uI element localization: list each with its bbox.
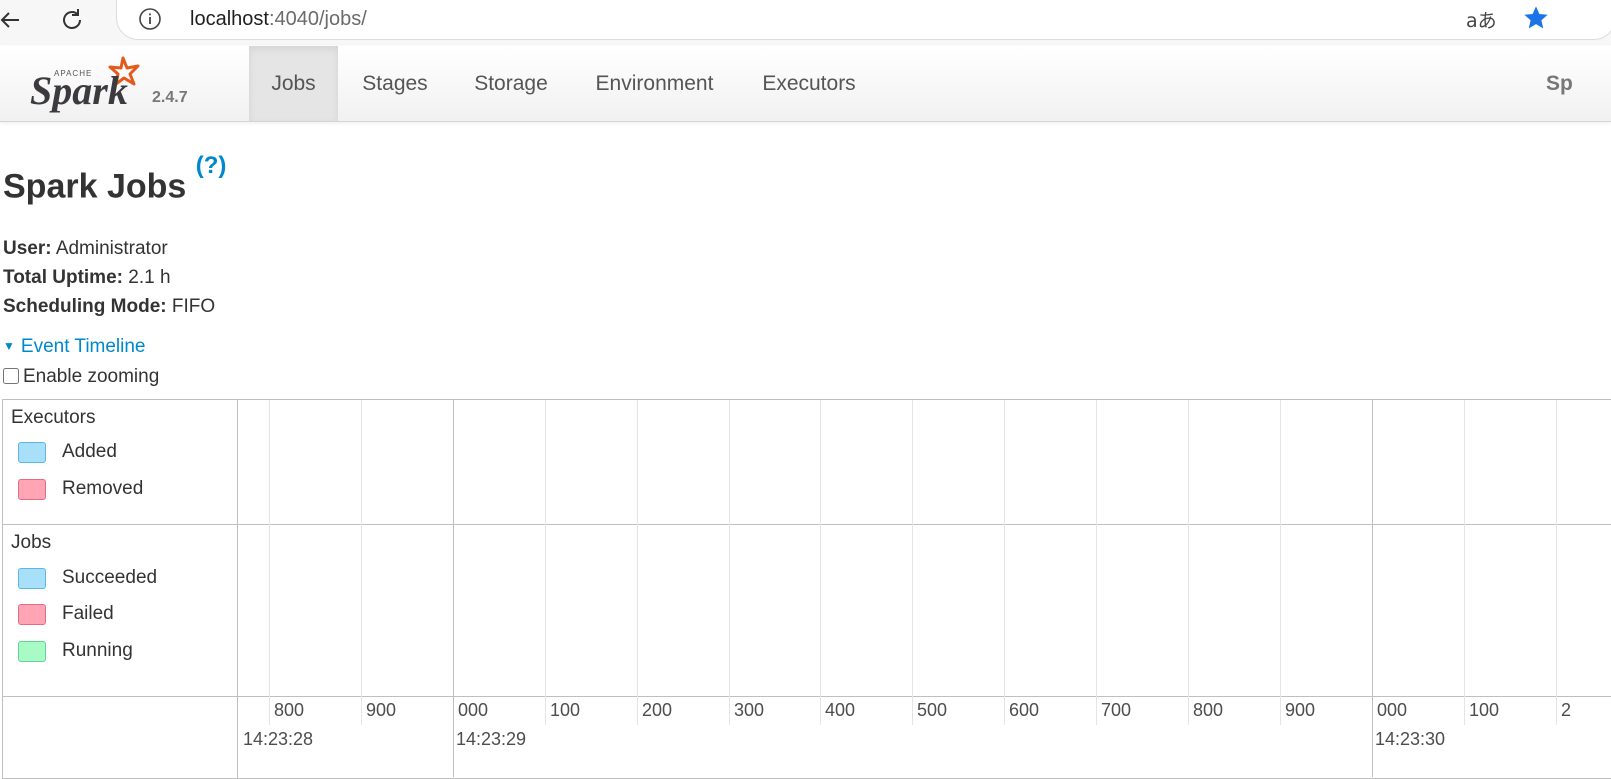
event-timeline-toggle[interactable]: ▼ Event Timeline	[3, 336, 146, 358]
timeline-gridline	[820, 400, 821, 697]
axis-divider	[3, 696, 1611, 697]
reload-icon[interactable]	[56, 4, 88, 36]
summary-user: User: Administrator	[3, 238, 168, 259]
axis-minor-label: 200	[642, 700, 673, 720]
url-text[interactable]: localhost:4040/jobs/	[190, 8, 367, 31]
axis-minor-label: 000	[458, 700, 489, 720]
mode-value: FIFO	[171, 296, 216, 317]
axis-tick-mark	[1096, 697, 1097, 725]
timeline-gridline	[912, 400, 913, 697]
axis-minor-label: 2	[1561, 700, 1572, 720]
axis-minor-label: 800	[274, 700, 305, 720]
timeline-gridline	[545, 400, 546, 697]
site-info-icon[interactable]	[137, 6, 163, 32]
axis-tick-mark	[269, 697, 270, 725]
axis-minor-label: 900	[1285, 700, 1316, 720]
timeline-gridline	[1096, 400, 1097, 697]
caret-down-icon: ▼	[3, 339, 15, 353]
axis-tick-mark	[1464, 697, 1465, 725]
axis-tick-mark	[1372, 697, 1373, 777]
page-title: Spark Jobs (?)	[3, 152, 226, 206]
axis-minor-label: 700	[1101, 700, 1132, 720]
group-divider	[3, 524, 1611, 525]
event-timeline-label: Event Timeline	[20, 336, 146, 357]
axis-major-label: 14:23:28	[243, 729, 314, 749]
enable-zooming-row: Enable zooming	[3, 366, 159, 388]
enable-zooming-checkbox[interactable]	[3, 368, 19, 384]
spark-logo[interactable]: APACHE Spark	[28, 50, 228, 116]
timeline-group-labels: Executors Added Removed Jobs Succeeded F…	[3, 400, 238, 778]
legend-swatch-succeeded	[18, 568, 46, 589]
summary-scheduling-mode: Scheduling Mode: FIFO	[3, 296, 216, 317]
summary-list: User: Administrator Total Uptime: 2.1 h …	[3, 234, 215, 321]
axis-tick-mark	[1556, 697, 1557, 725]
axis-minor-label: 100	[1469, 700, 1500, 720]
timeline-gridline	[1372, 400, 1373, 697]
axis-tick-mark	[912, 697, 913, 725]
legend-swatch-failed	[18, 604, 46, 625]
axis-major-label: 14:23:30	[1375, 729, 1446, 749]
axis-major-label: 14:23:29	[456, 729, 527, 749]
axis-minor-label: 600	[1009, 700, 1040, 720]
axis-tick-mark	[1188, 697, 1189, 725]
back-icon[interactable]	[0, 4, 26, 36]
url-host: localhost	[190, 8, 269, 30]
timeline-gridline	[1464, 400, 1465, 697]
browser-toolbar: localhost:4040/jobs/ aあ	[0, 0, 1611, 45]
timeline-gridline	[729, 400, 730, 697]
axis-tick-mark	[1280, 697, 1281, 725]
axis-tick-mark	[729, 697, 730, 725]
spark-navbar: APACHE Spark 2.4.7 Jobs Stages Storage E…	[0, 46, 1611, 122]
axis-minor-label: 900	[366, 700, 397, 720]
tab-jobs[interactable]: Jobs	[249, 46, 338, 121]
axis-minor-label: 400	[825, 700, 856, 720]
axis-tick-mark	[453, 697, 454, 777]
timeline-gridline	[453, 400, 454, 697]
timeline-gridline	[1280, 400, 1281, 697]
legend-swatch-running	[18, 641, 46, 662]
url-path: :4040/jobs/	[268, 8, 367, 30]
tab-storage[interactable]: Storage	[451, 46, 571, 121]
axis-tick-mark	[820, 697, 821, 725]
legend-swatch-added	[18, 442, 46, 463]
executors-group-title: Executors	[11, 407, 96, 428]
app-name: Sp	[1546, 72, 1573, 95]
uptime-value: 2.1 h	[128, 267, 171, 288]
help-link[interactable]: (?)	[196, 152, 227, 179]
timeline-gridline	[637, 400, 638, 697]
event-timeline[interactable]: Executors Added Removed Jobs Succeeded F…	[2, 399, 1611, 779]
axis-minor-label: 300	[734, 700, 765, 720]
enable-zooming-label: Enable zooming	[23, 366, 160, 387]
axis-tick-mark	[545, 697, 546, 725]
axis-minor-label: 500	[917, 700, 948, 720]
svg-text:Spark: Spark	[30, 68, 128, 113]
axis-minor-label: 800	[1193, 700, 1224, 720]
tab-environment[interactable]: Environment	[571, 46, 738, 121]
jobs-group-title: Jobs	[11, 532, 52, 553]
translate-icon[interactable]: aあ	[1466, 6, 1497, 33]
bookmark-star-icon[interactable]	[1522, 4, 1550, 37]
timeline-gridline	[1556, 400, 1557, 697]
axis-tick-mark	[1004, 697, 1005, 725]
summary-uptime: Total Uptime: 2.1 h	[3, 267, 171, 288]
legend-swatch-removed	[18, 479, 46, 500]
timeline-gridline	[1004, 400, 1005, 697]
tab-stages[interactable]: Stages	[339, 46, 451, 121]
axis-tick-mark	[637, 697, 638, 725]
page-title-text: Spark Jobs	[3, 167, 187, 206]
timeline-gridline	[1188, 400, 1189, 697]
tab-executors[interactable]: Executors	[738, 46, 880, 121]
axis-tick-mark	[361, 697, 362, 725]
timeline-gridline	[361, 400, 362, 697]
axis-minor-label: 100	[550, 700, 581, 720]
spark-version: 2.4.7	[152, 89, 188, 106]
timeline-gridline	[269, 400, 270, 697]
user-value: Administrator	[55, 238, 168, 259]
axis-minor-label: 000	[1377, 700, 1408, 720]
